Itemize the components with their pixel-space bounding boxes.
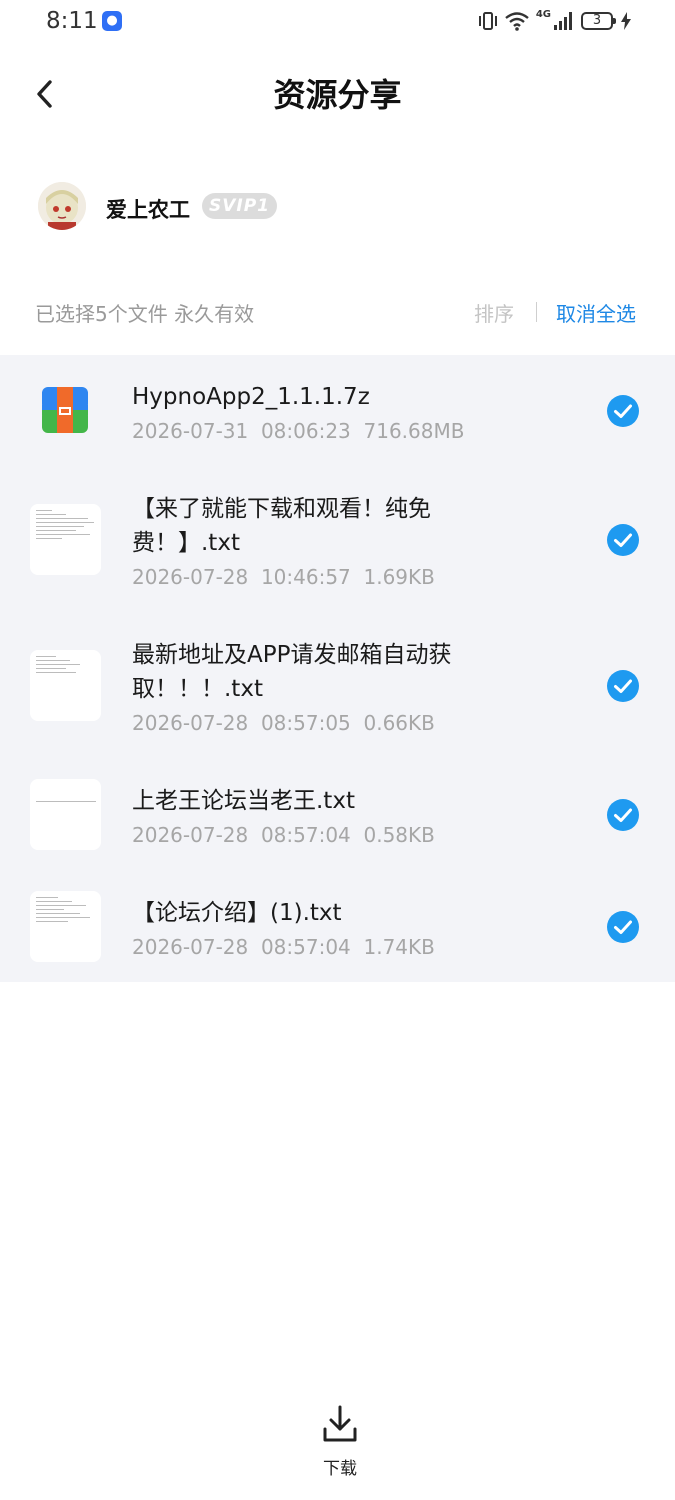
file-item[interactable]: 最新地址及APP请发邮箱自动获取！！！.txt 2026-07-28 08:57… <box>0 613 675 759</box>
file-date: 2026-07-28 <box>132 711 249 735</box>
file-size: 1.69KB <box>363 565 435 589</box>
download-icon <box>323 1405 357 1442</box>
file-thumbnail <box>30 650 101 721</box>
file-meta: 2026-07-31 08:06:23 716.68MB <box>132 419 464 443</box>
file-item[interactable]: 【来了就能下载和观看！纯免费！】.txt 2026-07-28 10:46:57… <box>0 467 675 613</box>
file-time: 08:57:05 <box>260 711 351 735</box>
status-bar: 8:11 ● 4G 3 <box>0 0 675 44</box>
avatar[interactable] <box>38 182 86 230</box>
file-meta: 2026-07-28 10:46:57 1.69KB <box>132 565 435 589</box>
status-icons: 4G 3 <box>478 8 631 34</box>
file-date: 2026-07-28 <box>132 565 249 589</box>
download-button[interactable]: 下载 <box>300 1405 380 1480</box>
file-name: 【论坛介绍】(1).txt <box>132 900 342 926</box>
selection-summary: 已选择5个文件 永久有效 <box>35 302 255 326</box>
file-thumbnail <box>30 779 101 850</box>
check-circle-icon[interactable] <box>607 911 639 943</box>
file-name: 上老王论坛当老王.txt <box>132 788 355 814</box>
file-list: HypnoApp2_1.1.1.7z 2026-07-31 08:06:23 7… <box>0 355 675 982</box>
deselect-all-button[interactable]: 取消全选 <box>556 298 636 327</box>
download-label: 下载 <box>323 1459 357 1479</box>
status-time: 8:11 <box>46 8 98 34</box>
file-meta: 2026-07-28 08:57:05 0.66KB <box>132 711 435 735</box>
file-name: 【来了就能下载和观看！纯免费！】.txt <box>132 496 431 556</box>
network-type-label: 4G <box>535 8 551 20</box>
check-circle-icon[interactable] <box>607 799 639 831</box>
file-meta: 2026-07-28 08:57:04 0.58KB <box>132 823 435 847</box>
file-item[interactable]: HypnoApp2_1.1.1.7z 2026-07-31 08:06:23 7… <box>0 355 675 467</box>
check-circle-icon[interactable] <box>607 524 639 556</box>
file-date: 2026-07-28 <box>132 935 249 959</box>
file-name: HypnoApp2_1.1.1.7z <box>132 384 370 410</box>
file-date: 2026-07-31 <box>132 419 249 443</box>
wifi-icon <box>505 12 529 31</box>
file-size: 716.68MB <box>363 419 465 443</box>
sort-button[interactable]: 排序 <box>474 298 514 327</box>
file-date: 2026-07-28 <box>132 823 249 847</box>
file-thumbnail <box>30 504 101 575</box>
file-name: 最新地址及APP请发邮箱自动获取！！！.txt <box>132 642 452 702</box>
file-size: 0.58KB <box>363 823 435 847</box>
lightbulb-icon: ● <box>102 11 122 31</box>
file-thumbnail <box>30 891 101 962</box>
avatar-image <box>38 182 86 230</box>
file-size: 0.66KB <box>363 711 435 735</box>
vibrate-icon <box>478 12 497 30</box>
file-size: 1.74KB <box>363 935 435 959</box>
divider <box>536 302 537 322</box>
file-time: 08:57:04 <box>260 935 351 959</box>
file-time: 08:57:04 <box>260 823 351 847</box>
battery-icon: 3 <box>581 12 616 30</box>
user-name: 爱上农工 <box>106 198 190 222</box>
zip-archive-icon <box>42 387 88 433</box>
charging-icon <box>621 12 631 30</box>
file-item[interactable]: 【论坛介绍】(1).txt 2026-07-28 08:57:04 1.74KB <box>0 871 675 982</box>
check-circle-icon[interactable] <box>607 395 639 427</box>
page-title: 资源分享 <box>273 76 402 114</box>
file-time: 08:06:23 <box>260 419 351 443</box>
check-circle-icon[interactable] <box>607 670 639 702</box>
file-time: 10:46:57 <box>260 565 351 589</box>
file-item[interactable]: 上老王论坛当老王.txt 2026-07-28 08:57:04 0.58KB <box>0 759 675 871</box>
signal-icon <box>554 12 572 30</box>
vip-badge: SVIP1 <box>202 193 277 219</box>
file-meta: 2026-07-28 08:57:04 1.74KB <box>132 935 435 959</box>
